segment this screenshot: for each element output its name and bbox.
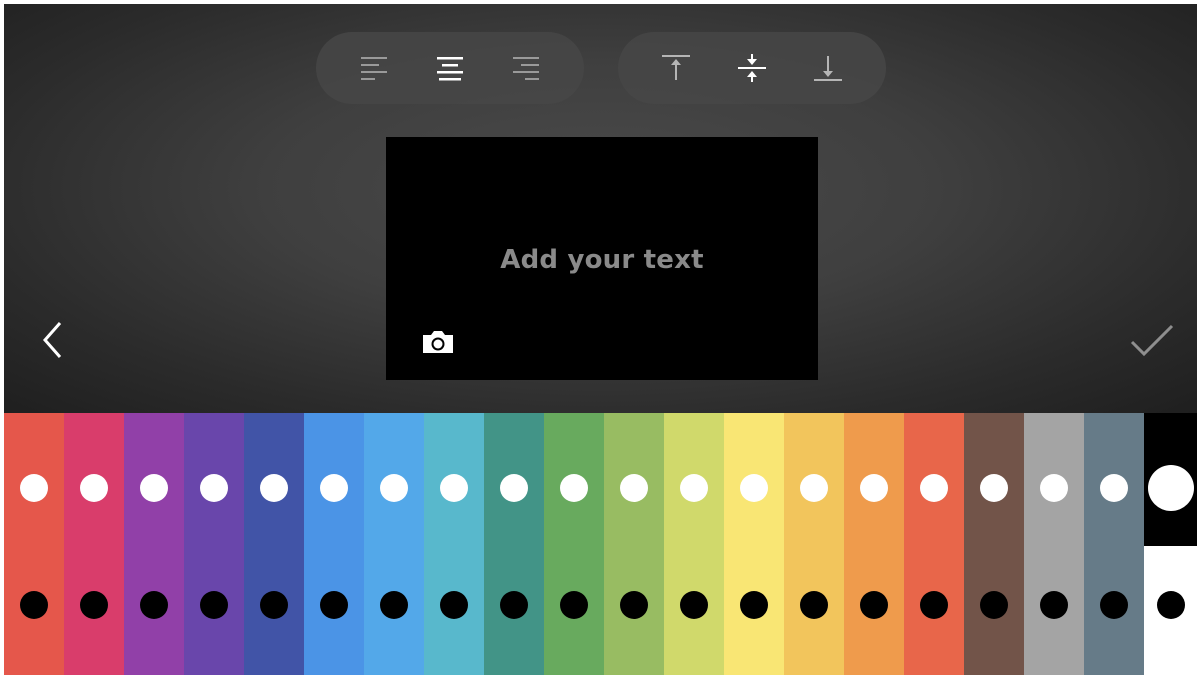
color-swatch [64,413,124,675]
white-text-option[interactable] [440,474,468,502]
black-on-white-option[interactable] [1156,591,1185,619]
white-text-option[interactable] [200,474,228,502]
color-swatch [124,413,184,675]
black-text-option[interactable] [80,591,108,619]
black-text-option[interactable] [620,591,648,619]
white-text-option[interactable] [920,474,948,502]
color-swatch [424,413,484,675]
black-text-option[interactable] [560,591,588,619]
text-preview-canvas[interactable]: Add your text [386,137,818,380]
color-swatch [784,413,844,675]
black-text-option[interactable] [920,591,948,619]
black-text-option[interactable] [440,591,468,619]
white-text-option[interactable] [80,474,108,502]
align-left-button[interactable] [350,44,398,92]
horizontal-alignment-group [316,32,584,104]
white-text-option[interactable] [1100,474,1128,502]
black-text-option[interactable] [1040,591,1068,619]
black-text-option[interactable] [260,591,288,619]
color-swatch [664,413,724,675]
align-right-icon [513,57,539,80]
color-swatch [1024,413,1084,675]
align-center-button[interactable] [426,44,474,92]
align-right-button[interactable] [502,44,550,92]
white-text-option[interactable] [860,474,888,502]
color-swatch [184,413,244,675]
white-text-option[interactable] [320,474,348,502]
black-text-option[interactable] [20,591,48,619]
placeholder-text[interactable]: Add your text [386,245,818,275]
color-swatch [724,413,784,675]
color-swatch [964,413,1024,675]
color-swatch [364,413,424,675]
camera-button[interactable] [419,328,457,356]
checkmark-icon [1130,324,1174,357]
white-text-option[interactable] [980,474,1008,502]
color-swatch [244,413,304,675]
white-text-option[interactable] [800,474,828,502]
color-swatch [604,413,664,675]
black-text-option[interactable] [740,591,768,619]
black-text-option[interactable] [320,591,348,619]
color-swatch [544,413,604,675]
white-text-option[interactable] [740,474,768,502]
align-bottom-icon [814,56,842,81]
white-text-option[interactable] [20,474,48,502]
align-middle-button[interactable] [728,44,776,92]
align-left-icon [361,57,387,80]
white-text-option[interactable] [620,474,648,502]
back-button[interactable] [32,318,72,362]
white-text-option[interactable] [260,474,288,502]
white-text-option[interactable] [500,474,528,502]
text-editor-screen: Add your text [0,0,1197,675]
color-swatch [4,413,64,675]
black-text-option[interactable] [140,591,168,619]
white-text-option[interactable] [140,474,168,502]
black-text-option[interactable] [200,591,228,619]
editor-area: Add your text [4,4,1197,413]
white-text-option[interactable] [380,474,408,502]
white-text-option[interactable] [560,474,588,502]
align-bottom-button[interactable] [804,44,852,92]
black-text-option[interactable] [980,591,1008,619]
color-palette [4,413,1197,675]
black-text-option[interactable] [500,591,528,619]
chevron-left-icon [42,322,62,358]
align-top-button[interactable] [652,44,700,92]
align-middle-icon [738,54,766,82]
white-text-option[interactable] [680,474,708,502]
vertical-alignment-group [618,32,886,104]
color-swatch [304,413,364,675]
align-top-icon [662,55,690,80]
align-center-icon [437,57,463,81]
color-swatch [484,413,544,675]
color-swatch [1084,413,1144,675]
color-swatch [844,413,904,675]
white-text-option[interactable] [1040,474,1068,502]
color-swatch [904,413,964,675]
black-text-option[interactable] [860,591,888,619]
black-text-option[interactable] [380,591,408,619]
white-on-black-option-selected[interactable] [1147,465,1194,511]
done-button[interactable] [1124,318,1180,362]
camera-icon [423,331,453,353]
black-text-option[interactable] [800,591,828,619]
black-text-option[interactable] [1100,591,1128,619]
monochrome-swatch [1144,413,1197,675]
black-text-option[interactable] [680,591,708,619]
